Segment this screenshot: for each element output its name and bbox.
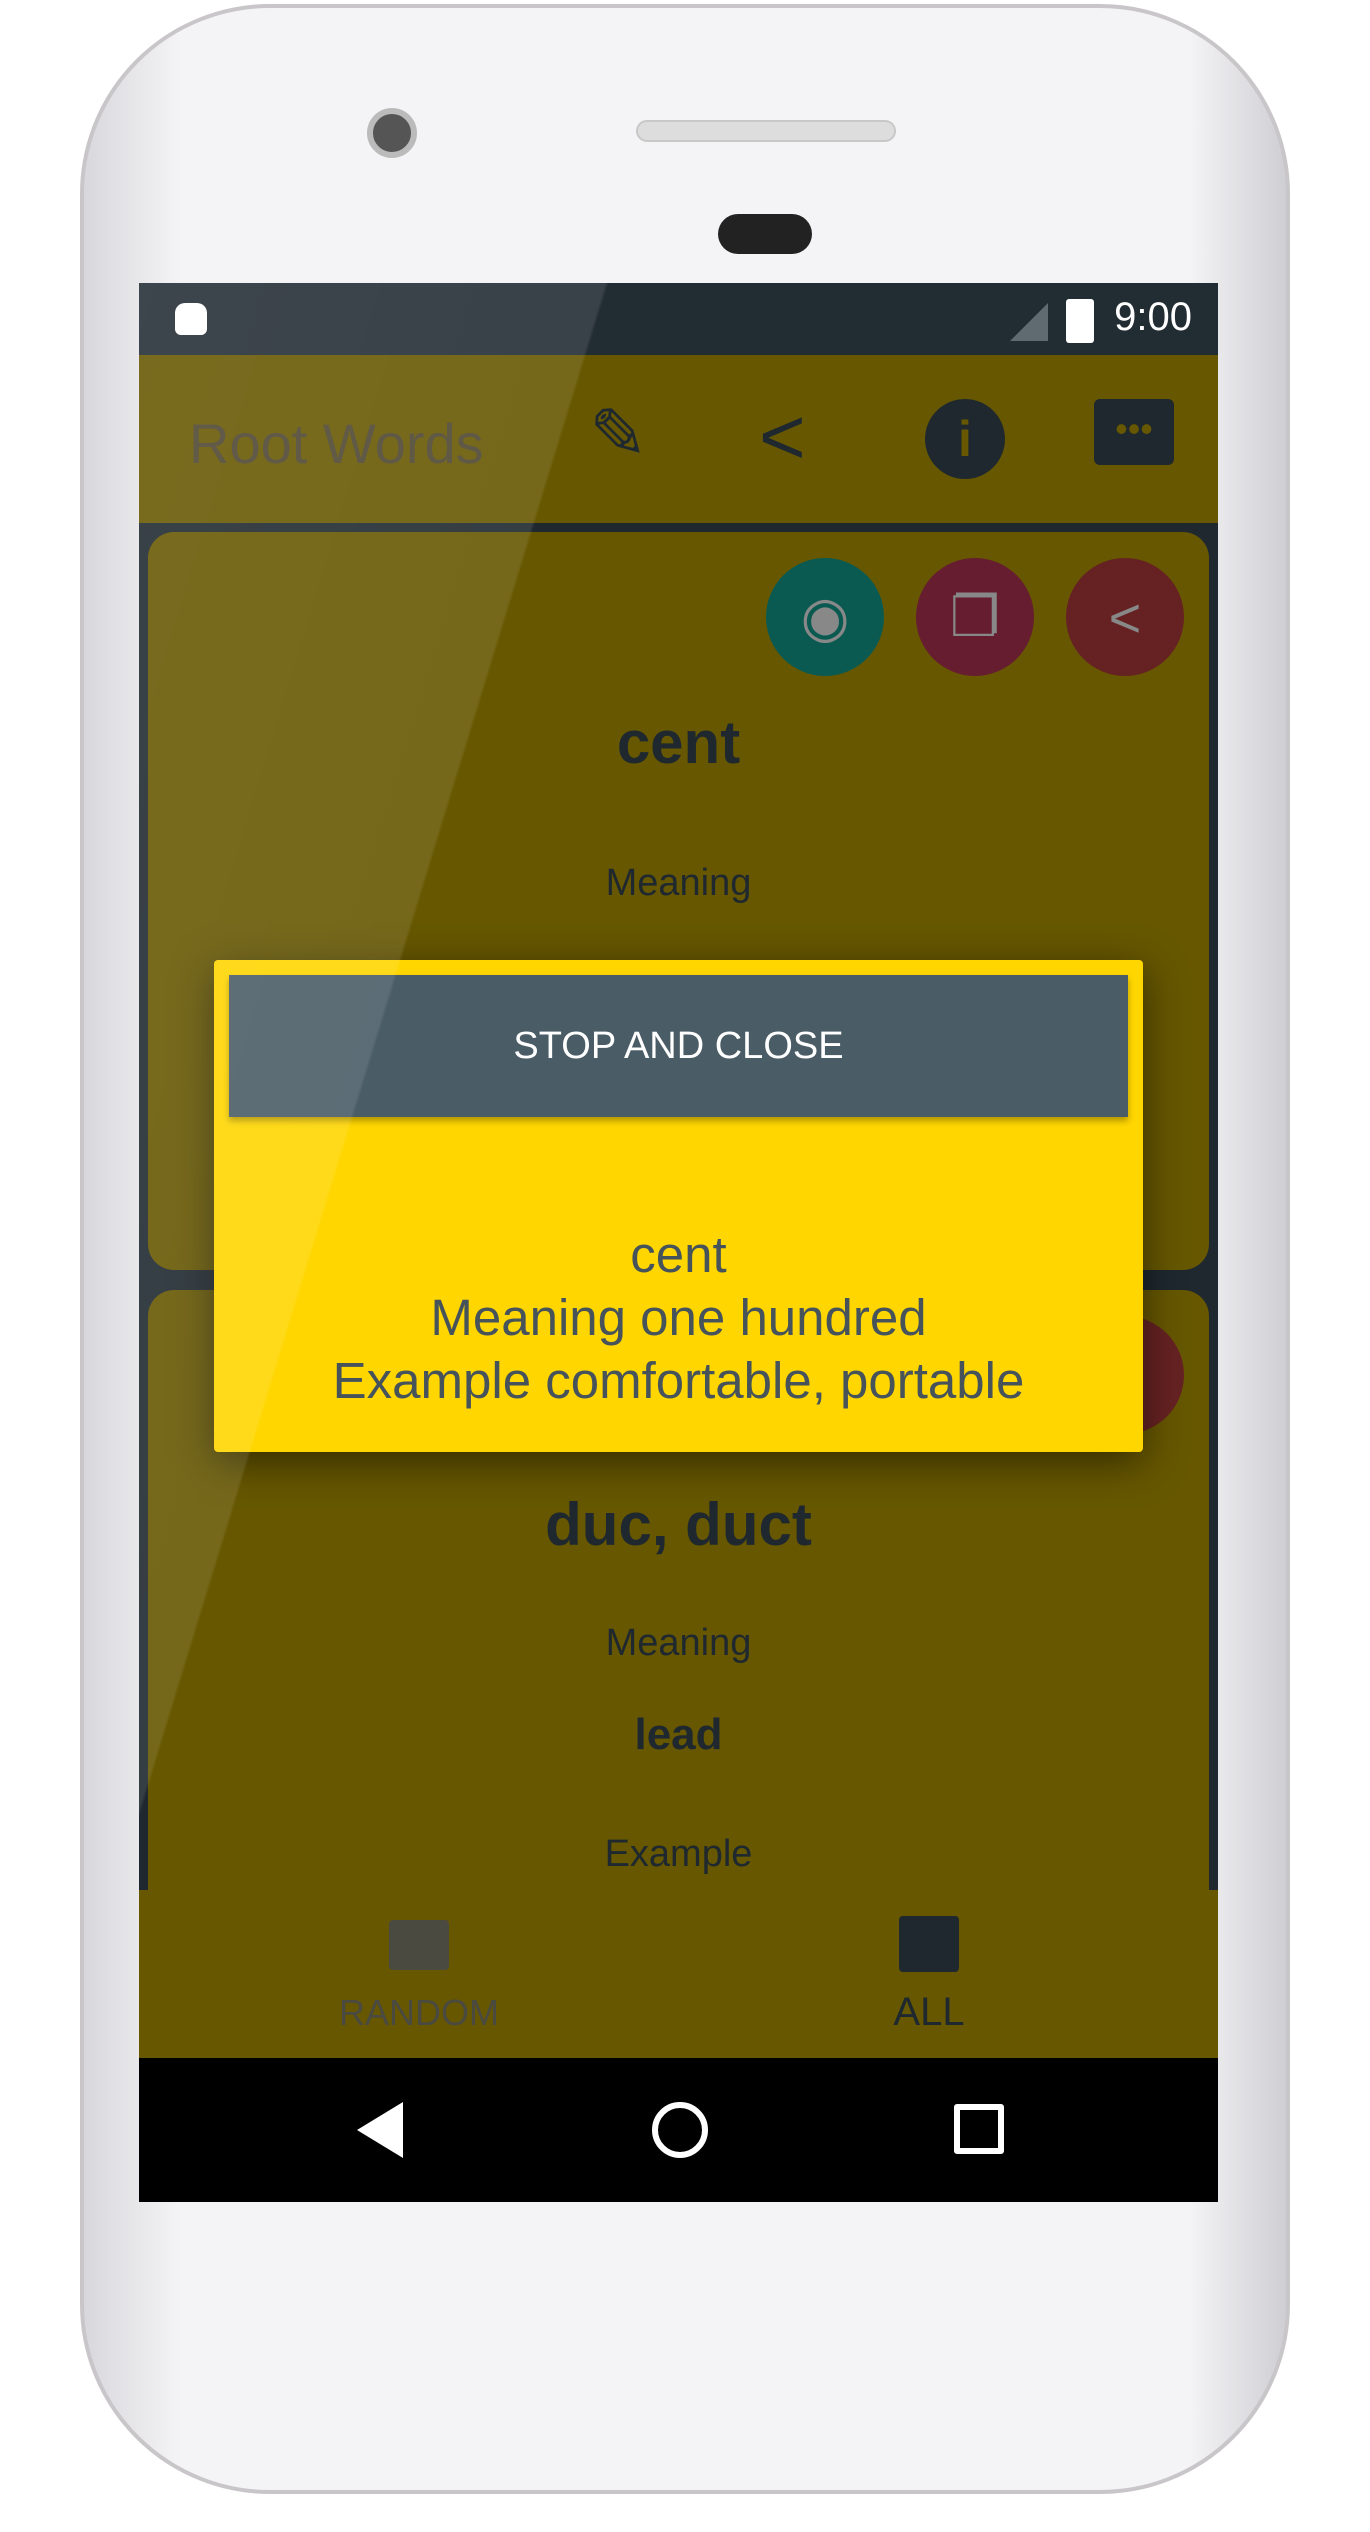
home-icon[interactable] (652, 2102, 708, 2158)
recents-icon[interactable] (954, 2104, 1004, 2154)
back-icon[interactable] (357, 2102, 403, 2158)
screen: 9:00 Root Words ✎ < i ••• ◉ ❐ < cent Mea… (139, 283, 1218, 2202)
dialog-example: Example comfortable, portable (332, 1352, 1025, 1409)
sensor (718, 214, 812, 254)
system-nav-bar (139, 2058, 1218, 2202)
stop-and-close-button[interactable]: STOP AND CLOSE (229, 975, 1128, 1117)
speaker (636, 120, 896, 142)
dialog-word: cent (630, 1226, 727, 1283)
camera (367, 108, 417, 158)
dialog-meaning: Meaning one hundred (430, 1289, 927, 1346)
dialog-scrim: STOP AND CLOSE cent Meaning one hundred … (139, 283, 1218, 2058)
speech-dialog: STOP AND CLOSE cent Meaning one hundred … (214, 960, 1143, 1452)
